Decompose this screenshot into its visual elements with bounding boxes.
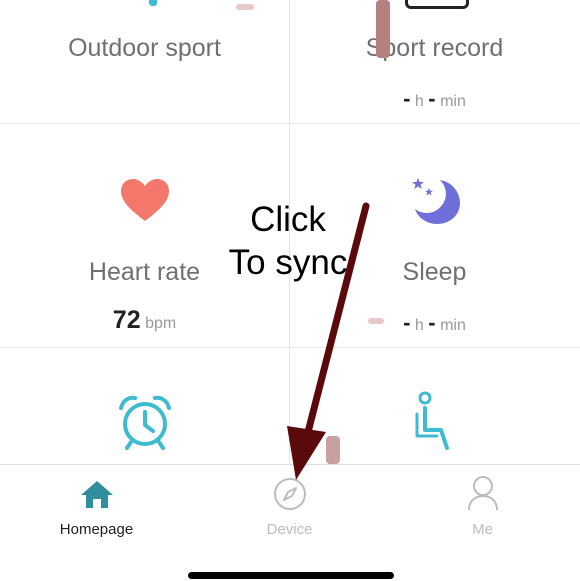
- sleep-hours: -: [403, 310, 411, 335]
- artifact-smudge: [368, 318, 384, 324]
- sport-record-icon: [405, 0, 469, 9]
- sport-record-label: Sport record: [365, 34, 504, 62]
- person-icon: [468, 476, 498, 511]
- outdoor-sport-label: Outdoor sport: [68, 34, 221, 62]
- sport-record-minutes-unit: min: [440, 93, 466, 110]
- heart-icon: [121, 179, 169, 221]
- tile-alarm[interactable]: [0, 348, 289, 464]
- sleep-minutes: -: [428, 310, 436, 335]
- sync-annotation: Click To sync: [218, 198, 358, 284]
- alarm-clock-icon: [119, 395, 171, 450]
- artifact-smudge: [326, 436, 340, 464]
- sedentary-person-icon: [415, 391, 449, 450]
- annotation-line-2: To sync: [228, 243, 348, 282]
- sport-record-duration: - h - min: [290, 86, 579, 112]
- tab-device-label: Device: [266, 521, 313, 538]
- outdoor-sport-icon: [149, 0, 157, 6]
- home-icon: [81, 481, 113, 508]
- heart-rate-value: 72: [112, 306, 141, 334]
- sport-record-minutes: -: [428, 86, 436, 111]
- sleep-minutes-unit: min: [440, 317, 466, 334]
- home-indicator[interactable]: [188, 572, 394, 579]
- sleep-duration: - h - min: [290, 310, 579, 336]
- sport-record-hours: -: [403, 86, 411, 111]
- tab-me-label: Me: [472, 521, 493, 538]
- artifact-smudge: [236, 4, 254, 10]
- tab-homepage-label: Homepage: [59, 521, 134, 538]
- moon-icon: [412, 178, 460, 224]
- tile-outdoor-sport[interactable]: Outdoor sport: [0, 0, 289, 123]
- tile-sport-record[interactable]: Sport record - h - min: [290, 0, 579, 123]
- sleep-hours-unit: h: [414, 317, 424, 334]
- bottom-tab-bar: Homepage Device Me: [0, 464, 580, 581]
- compass-icon: [274, 478, 306, 510]
- sport-record-hours-unit: h: [414, 93, 424, 110]
- annotation-line-1: Click: [250, 200, 326, 239]
- heart-rate-reading: 72 bpm: [0, 306, 289, 335]
- artifact-smudge: [376, 0, 390, 58]
- heart-rate-unit: bpm: [145, 315, 177, 332]
